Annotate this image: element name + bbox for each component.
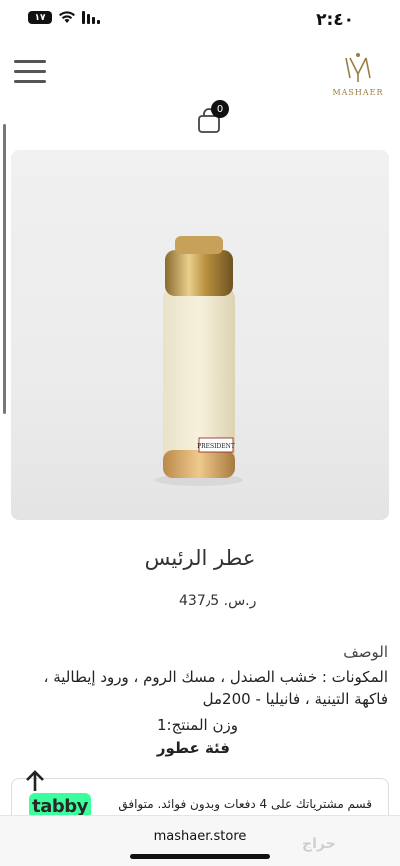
product-weight: وزن المنتج:1: [156, 716, 238, 734]
description-ingredients: المكونات : خشب الصندل ، مسك الروم ، ورود…: [43, 668, 388, 708]
status-time: ٢:٤٠: [316, 10, 354, 30]
battery-icon: ١٧: [28, 11, 52, 24]
home-indicator[interactable]: [130, 854, 270, 859]
scrollbar[interactable]: [3, 124, 6, 414]
wifi-icon: [59, 11, 75, 23]
product-description: الوصف المكونات : خشب الصندل ، مسك الروم …: [12, 643, 388, 757]
browser-address-bar[interactable]: mashaer.store: [0, 815, 400, 866]
logo-text: MASHAER: [332, 88, 384, 97]
perfume-bottle-image: PRESIDENT: [155, 236, 243, 486]
price-amount: 437٫5: [179, 593, 220, 609]
site-header: MASHAER 0: [0, 44, 400, 144]
bottle-label: PRESIDENT: [197, 443, 235, 450]
product-category[interactable]: فئة عطور: [12, 739, 230, 757]
price-row: ر.س. 437٫5: [165, 593, 256, 609]
brand-logo[interactable]: MASHAER: [328, 50, 388, 97]
product-image[interactable]: PRESIDENT: [11, 150, 389, 520]
cart-count-badge: 0: [211, 100, 229, 118]
price-currency: ر.س.: [223, 593, 257, 609]
watermark: حراج: [302, 836, 336, 852]
tabby-text: قسم مشترياتك على 4 دفعات وبدون فوائد. مت…: [118, 797, 372, 811]
logo-mark-icon: [345, 53, 371, 82]
cart-button[interactable]: 0: [197, 100, 229, 134]
battery-level: ١٧: [34, 12, 46, 23]
status-bar: ١٧ ٢:٤٠: [0, 0, 400, 44]
menu-button[interactable]: [14, 58, 48, 86]
description-label: الوصف: [343, 643, 388, 661]
url-text: mashaer.store: [153, 829, 247, 844]
arrow-up-icon[interactable]: [24, 769, 46, 793]
product-title: عطر الرئيس: [144, 546, 256, 570]
cellular-signal-icon: [82, 11, 100, 24]
status-icons: ١٧: [28, 11, 100, 24]
